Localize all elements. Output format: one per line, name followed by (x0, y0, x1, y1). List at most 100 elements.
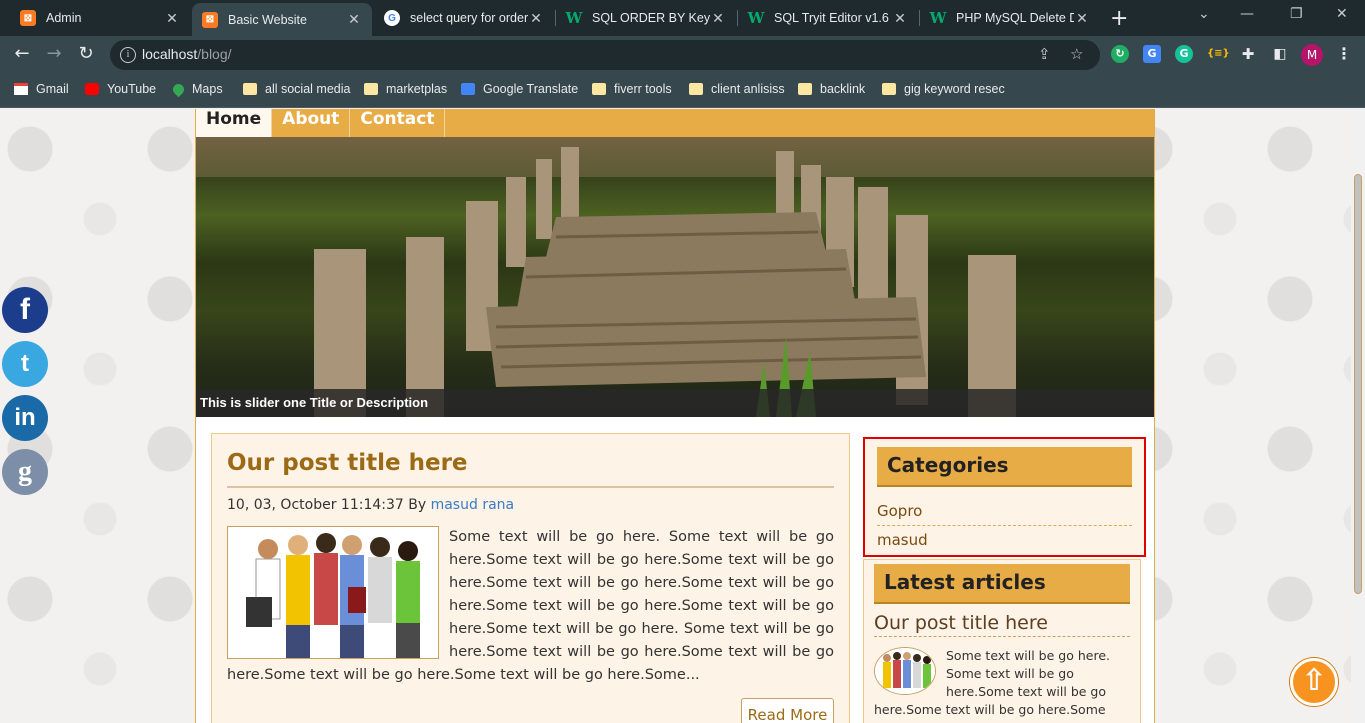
hero-slider: This is slider one Title or Description (196, 137, 1154, 417)
bookmark-client-anlisiss[interactable]: client anlisiss (689, 82, 785, 96)
more-menu-icon[interactable]: ⋮ (1335, 45, 1353, 63)
side-panel-icon[interactable]: ◧ (1271, 45, 1289, 63)
grammarly-icon[interactable]: G (1175, 45, 1193, 63)
tab-title: select query for order (410, 11, 528, 25)
back-icon[interactable]: ← (10, 43, 34, 64)
dock-image (196, 137, 1154, 417)
bookmark-gmail[interactable]: Gmail (14, 82, 69, 96)
google-translate-icon[interactable]: G (1143, 45, 1161, 63)
scrollbar-thumb[interactable] (1354, 174, 1362, 594)
w3schools-icon: W (747, 9, 765, 27)
categories-widget: Categories Gopro masud (863, 437, 1146, 557)
read-more-button[interactable]: Read More (741, 698, 834, 723)
tab-php-mysql-delete[interactable]: W PHP MySQL Delete D ✕ (920, 3, 1100, 33)
w3schools-icon: W (929, 9, 947, 27)
post-author-link[interactable]: masud rana (431, 497, 515, 513)
latest-articles-widget: Latest articles Our post title here Some… (863, 559, 1141, 723)
twitter-icon[interactable]: t (2, 341, 48, 387)
facebook-icon[interactable]: f (2, 287, 48, 333)
restore-icon[interactable]: ❐ (1290, 6, 1303, 22)
close-icon[interactable]: ✕ (528, 10, 544, 27)
close-icon[interactable]: ✕ (1074, 10, 1090, 27)
xampp-icon: ⊠ (202, 11, 218, 28)
extension-refresh-icon[interactable]: ↻ (1111, 45, 1129, 63)
sidebar: Categories Gopro masud Latest articles O… (863, 433, 1146, 723)
folder-icon (243, 83, 257, 95)
menu-contact[interactable]: Contact (350, 109, 446, 137)
tab-sql-order-by[interactable]: W SQL ORDER BY Keyw ✕ (556, 3, 736, 33)
post-by: By (408, 497, 427, 513)
tab-search-icon[interactable]: ⌄ (1198, 6, 1210, 22)
page-scrollbar[interactable] (1351, 109, 1365, 723)
bookmark-star-icon[interactable]: ☆ (1070, 45, 1083, 63)
post-title[interactable]: Our post title here (227, 450, 468, 476)
url-text[interactable]: localhost/blog/ (142, 46, 232, 62)
bookmark-label: Google Translate (483, 82, 579, 96)
google-plus-icon[interactable]: g (2, 449, 48, 495)
address-bar[interactable]: i localhost/blog/ ⇪ ☆ (110, 40, 1100, 70)
tab-title: Basic Website (228, 12, 307, 27)
students-image (875, 648, 935, 694)
tab-admin[interactable]: ⊠ Admin ✕ (10, 3, 190, 33)
forward-icon[interactable]: → (42, 43, 66, 64)
latest-post-title[interactable]: Our post title here (874, 612, 1130, 637)
bookmark-gig-keyword[interactable]: gig keyword resec (882, 82, 1005, 96)
bookmark-fiverr-tools[interactable]: fiverr tools (592, 82, 672, 96)
reload-icon[interactable]: ↻ (74, 43, 98, 64)
close-icon[interactable]: ✕ (346, 11, 362, 28)
category-item[interactable]: masud (877, 526, 1132, 555)
tab-basic-website[interactable]: ⊠ Basic Website ✕ (192, 3, 372, 36)
youtube-icon (85, 83, 99, 95)
minimize-icon[interactable]: — (1240, 6, 1254, 22)
bookmark-label: Gmail (36, 82, 69, 96)
categories-list: Gopro masud (877, 487, 1132, 555)
bookmark-label: Maps (192, 82, 223, 96)
share-icon[interactable]: ⇪ (1038, 45, 1051, 63)
bookmark-all-social-media[interactable]: all social media (243, 82, 350, 96)
folder-icon (689, 83, 703, 95)
post-card: Our post title here 10, 03, October 11:1… (211, 433, 850, 723)
profile-avatar[interactable]: M (1301, 44, 1323, 66)
menu-about[interactable]: About (272, 109, 351, 137)
bookmark-backlink[interactable]: backlink (798, 82, 865, 96)
folder-icon (882, 83, 896, 95)
thumbnail-spacer (227, 526, 449, 662)
latest-articles-title: Latest articles (874, 564, 1130, 604)
bookmark-google-translate[interactable]: Google Translate (461, 82, 578, 96)
bookmark-marketplas[interactable]: marketplas (364, 82, 447, 96)
arrow-up-icon: ⇧ (1301, 663, 1327, 698)
site-info-icon[interactable]: i (120, 47, 136, 63)
bookmark-maps[interactable]: Maps (170, 81, 223, 97)
tab-title: SQL ORDER BY Keyw (592, 11, 710, 25)
tab-sql-tryit[interactable]: W SQL Tryit Editor v1.6 ✕ (738, 3, 918, 33)
tab-title: PHP MySQL Delete D (956, 11, 1074, 25)
slider-caption: This is slider one Title or Description (196, 389, 1154, 417)
bookmark-label: marketplas (386, 82, 448, 96)
bookmark-youtube[interactable]: YouTube (85, 82, 156, 96)
close-icon[interactable]: ✕ (164, 10, 180, 27)
bookmark-label: YouTube (107, 82, 157, 96)
maps-icon (170, 81, 187, 97)
extensions-puzzle-icon[interactable]: ✚ (1239, 45, 1257, 63)
close-icon[interactable]: ✕ (710, 10, 726, 27)
folder-icon (798, 83, 812, 95)
scroll-to-top-button[interactable]: ⇧ (1290, 658, 1338, 706)
json-viewer-icon[interactable]: {≡} (1207, 45, 1230, 63)
google-translate-icon (461, 83, 475, 95)
category-item[interactable]: Gopro (877, 497, 1132, 526)
title-divider (227, 486, 834, 488)
menu-home[interactable]: Home (196, 109, 273, 137)
close-window-icon[interactable]: ✕ (1336, 6, 1348, 22)
bookmark-label: fiverr tools (614, 82, 672, 96)
linkedin-icon[interactable]: in (2, 395, 48, 441)
tab-select-query[interactable]: G select query for order ✕ (374, 3, 554, 33)
bookmark-label: client anlisiss (711, 82, 785, 96)
gmail-icon (14, 83, 28, 95)
site-container: Home About Contact This is slider one Ti… (195, 109, 1155, 723)
folder-icon (364, 83, 378, 95)
bookmark-label: all social media (265, 82, 351, 96)
new-tab-button[interactable]: + (1110, 6, 1128, 31)
close-icon[interactable]: ✕ (892, 10, 908, 27)
tab-title: Admin (46, 11, 82, 25)
w3schools-icon: W (565, 9, 583, 27)
